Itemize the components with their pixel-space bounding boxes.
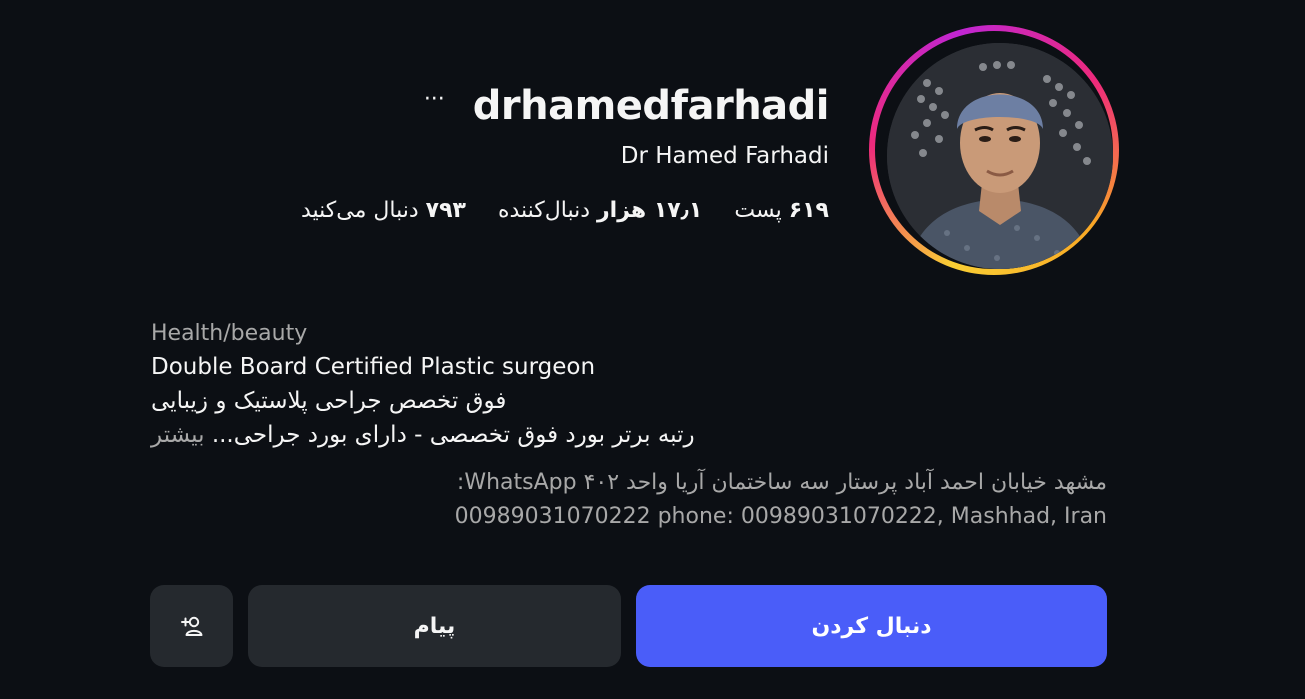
followers-count: ۱۷٫۱ هزار	[597, 198, 703, 223]
category-label: Health/beauty	[151, 321, 308, 346]
bio-more-link[interactable]: بیشتر	[151, 422, 205, 448]
followers-label: دنبال‌کننده	[497, 198, 591, 223]
address[interactable]: مشهد خیابان احمد آباد پرستار سه ساختمان …	[455, 466, 1107, 534]
bio: Health/beauty Double Board Certified Pla…	[151, 318, 1107, 452]
bio-line-2: فوق تخصص جراحی پلاستیک و زیبایی	[151, 388, 507, 414]
avatar-image	[887, 43, 1113, 269]
suggested-accounts-button[interactable]	[150, 585, 233, 667]
avatar-ring[interactable]	[869, 25, 1119, 275]
address-line-1: مشهد خیابان احمد آباد پرستار سه ساختمان …	[456, 470, 1107, 495]
bio-line-3-text: رتبه برتر بورد فوق تخصصی - دارای بورد جر…	[211, 422, 695, 448]
following-count: ۷۹۳	[425, 198, 466, 223]
message-button[interactable]: پیام	[248, 585, 621, 667]
username: drhamedfarhadi	[472, 83, 830, 129]
bio-line-3: رتبه برتر بورد فوق تخصصی - دارای بورد جر…	[151, 418, 1107, 452]
bio-line-1: Double Board Certified Plastic surgeon	[151, 354, 596, 380]
add-user-icon	[180, 616, 202, 636]
posts-stat: ۶۱۹ پست	[734, 198, 829, 223]
following-label: دنبال می‌کنید	[300, 198, 419, 223]
avatar-gap	[875, 31, 1113, 269]
avatar[interactable]	[887, 43, 1113, 269]
profile-stats: ۶۱۹ پست ۱۷٫۱ هزار دنبال‌کننده ۷۹۳ دنبال …	[301, 198, 829, 223]
full-name: Dr Hamed Farhadi	[620, 143, 829, 169]
posts-count: ۶۱۹	[788, 198, 829, 223]
following-stat[interactable]: ۷۹۳ دنبال می‌کنید	[301, 198, 466, 223]
more-options-button[interactable]: ···	[424, 89, 445, 123]
posts-label: پست	[734, 198, 782, 223]
followers-stat[interactable]: ۱۷٫۱ هزار دنبال‌کننده	[498, 198, 702, 223]
address-line-2: 00989031070222 phone: 00989031070222, Ma…	[454, 504, 1107, 529]
profile-header: ··· drhamedfarhadi	[424, 78, 830, 134]
follow-button[interactable]: دنبال کردن	[636, 585, 1107, 667]
